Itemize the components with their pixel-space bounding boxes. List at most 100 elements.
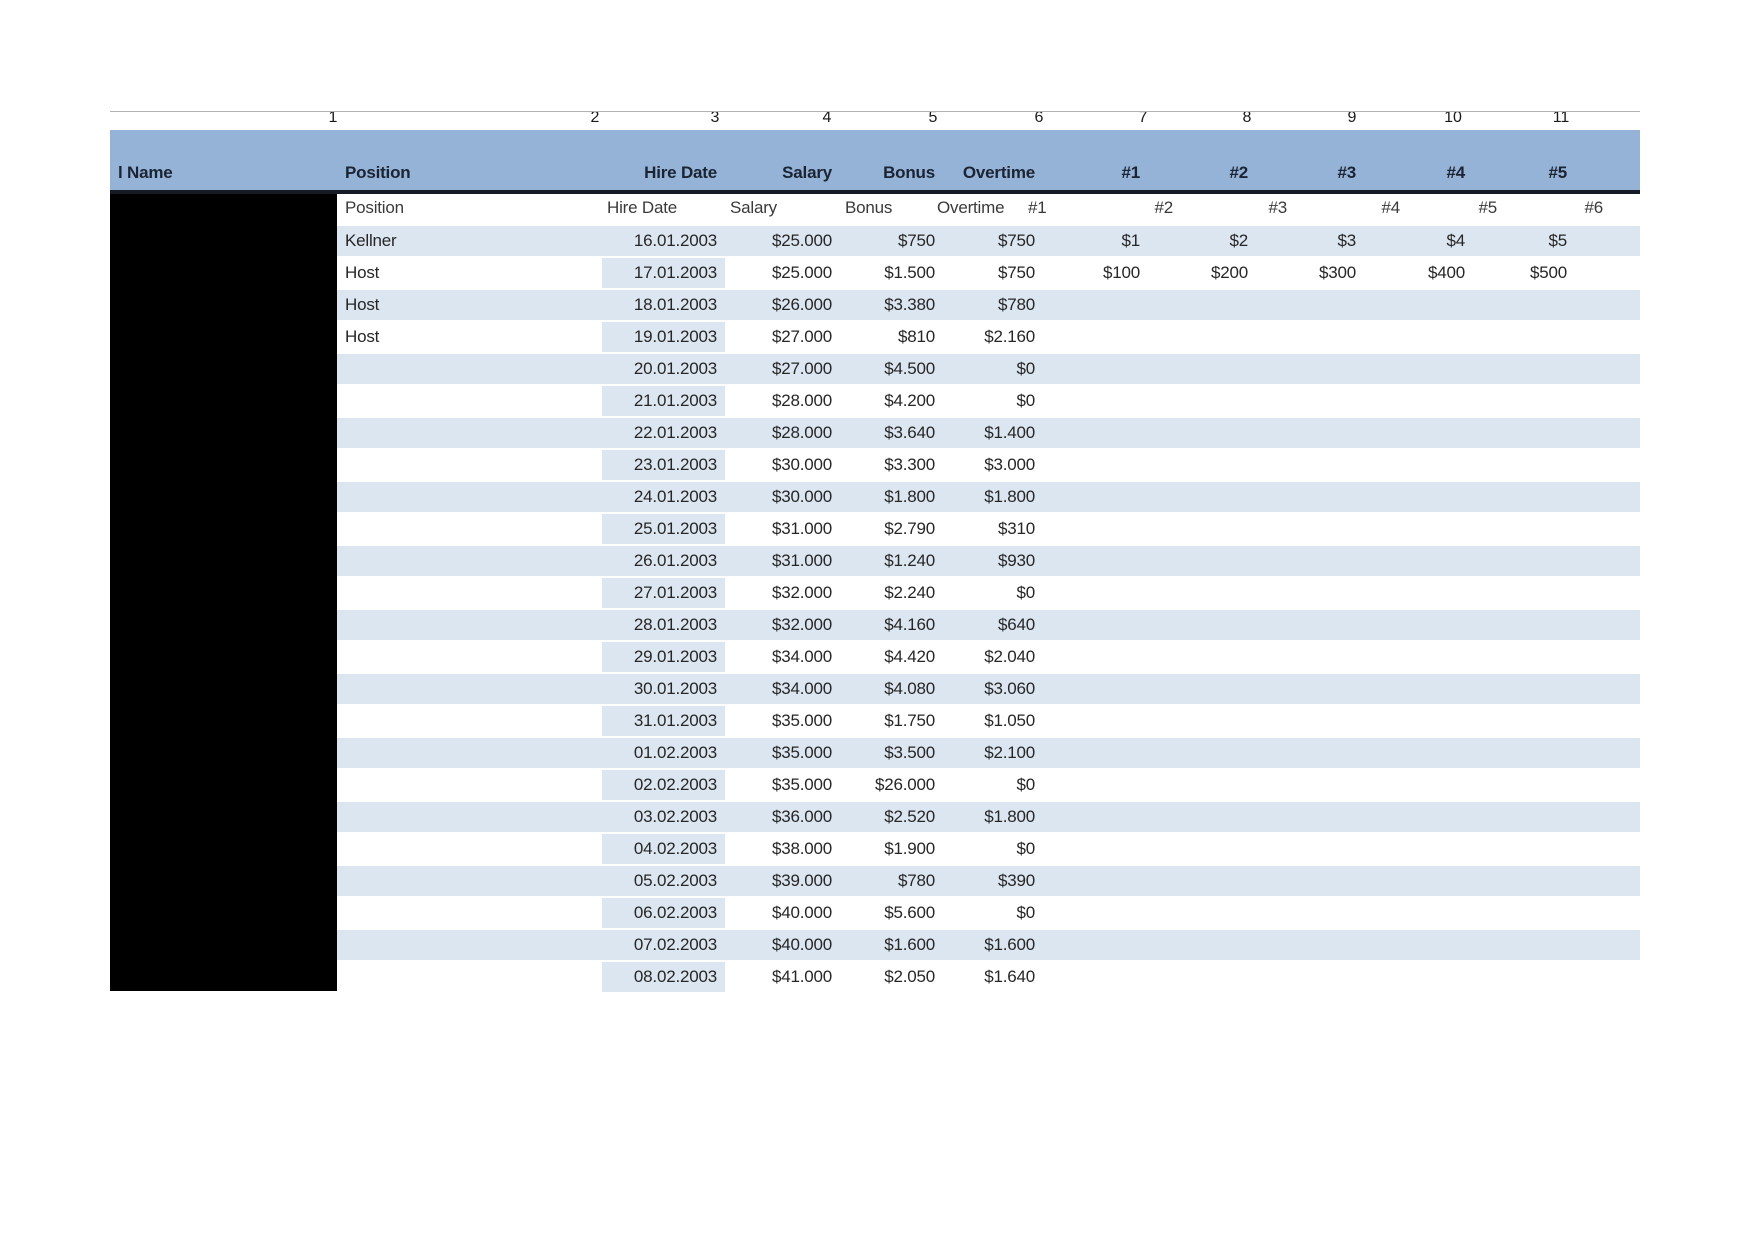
bonus-cell[interactable]: $4.080 [840, 674, 943, 704]
extra-cell-3[interactable] [1256, 898, 1364, 928]
salary-cell[interactable]: $35.000 [725, 738, 840, 768]
extra-cell-4[interactable] [1364, 354, 1473, 384]
header-name[interactable]: l Name [110, 130, 337, 190]
extra-cell-5[interactable] [1473, 290, 1575, 320]
extra-cell-2[interactable]: $200 [1148, 258, 1256, 288]
extra-cell-2[interactable] [1148, 610, 1256, 640]
header-hire-date[interactable]: Hire Date [602, 130, 725, 190]
position-cell[interactable] [337, 482, 602, 512]
bonus-cell[interactable]: $3.640 [840, 418, 943, 448]
extra-cell-4[interactable] [1364, 898, 1473, 928]
overtime-cell[interactable]: $750 [943, 258, 1043, 288]
extra-cell-4[interactable] [1364, 610, 1473, 640]
extra-cell-1[interactable] [1043, 418, 1148, 448]
overtime-cell[interactable]: $1.050 [943, 706, 1043, 736]
extra-cell-3[interactable] [1256, 290, 1364, 320]
salary-cell[interactable]: $35.000 [725, 770, 840, 800]
hire-date-cell[interactable]: 02.02.2003 [602, 770, 725, 800]
extra-cell-4[interactable] [1364, 866, 1473, 896]
hire-date-cell[interactable]: 19.01.2003 [602, 322, 725, 352]
hire-date-cell[interactable]: 28.01.2003 [602, 610, 725, 640]
position-cell[interactable] [337, 738, 602, 768]
header-hash3[interactable]: #3 [1256, 130, 1364, 190]
overtime-cell[interactable]: $1.600 [943, 930, 1043, 960]
hire-date-cell[interactable]: 24.01.2003 [602, 482, 725, 512]
extra-cell-4[interactable]: $400 [1364, 258, 1473, 288]
bonus-cell[interactable]: $1.800 [840, 482, 943, 512]
extra-cell-4[interactable] [1364, 642, 1473, 672]
overtime-cell[interactable]: $930 [943, 546, 1043, 576]
extra-cell-1[interactable] [1043, 514, 1148, 544]
bonus-cell[interactable]: $810 [840, 322, 943, 352]
repeat-hash1[interactable]: #1 [1028, 198, 1047, 218]
extra-cell-5[interactable] [1473, 770, 1575, 800]
hire-date-cell[interactable]: 27.01.2003 [602, 578, 725, 608]
extra-cell-5[interactable] [1473, 866, 1575, 896]
extra-cell-3[interactable] [1256, 386, 1364, 416]
extra-cell-2[interactable] [1148, 674, 1256, 704]
position-cell[interactable] [337, 546, 602, 576]
hire-date-cell[interactable]: 25.01.2003 [602, 514, 725, 544]
extra-cell-1[interactable] [1043, 834, 1148, 864]
extra-cell-1[interactable]: $1 [1043, 226, 1148, 256]
repeat-hash2[interactable]: #2 [1154, 198, 1173, 218]
position-cell[interactable] [337, 418, 602, 448]
bonus-cell[interactable]: $4.200 [840, 386, 943, 416]
overtime-cell[interactable]: $390 [943, 866, 1043, 896]
extra-cell-4[interactable] [1364, 290, 1473, 320]
overtime-cell[interactable]: $640 [943, 610, 1043, 640]
extra-cell-2[interactable] [1148, 386, 1256, 416]
salary-cell[interactable]: $32.000 [725, 578, 840, 608]
bonus-cell[interactable]: $780 [840, 866, 943, 896]
extra-cell-4[interactable] [1364, 706, 1473, 736]
extra-cell-4[interactable] [1364, 386, 1473, 416]
overtime-cell[interactable]: $2.040 [943, 642, 1043, 672]
overtime-cell[interactable]: $780 [943, 290, 1043, 320]
extra-cell-5[interactable] [1473, 482, 1575, 512]
extra-cell-3[interactable] [1256, 642, 1364, 672]
extra-cell-5[interactable] [1473, 738, 1575, 768]
position-cell[interactable]: Host [337, 258, 602, 288]
extra-cell-1[interactable] [1043, 482, 1148, 512]
extra-cell-5[interactable] [1473, 578, 1575, 608]
position-cell[interactable]: Kellner [337, 226, 602, 256]
extra-cell-4[interactable] [1364, 578, 1473, 608]
extra-cell-2[interactable] [1148, 450, 1256, 480]
header-hash2[interactable]: #2 [1148, 130, 1256, 190]
header-bonus[interactable]: Bonus [840, 130, 943, 190]
hire-date-cell[interactable]: 01.02.2003 [602, 738, 725, 768]
position-cell[interactable] [337, 834, 602, 864]
overtime-cell[interactable]: $1.800 [943, 482, 1043, 512]
hire-date-cell[interactable]: 03.02.2003 [602, 802, 725, 832]
extra-cell-5[interactable] [1473, 898, 1575, 928]
bonus-cell[interactable]: $4.500 [840, 354, 943, 384]
extra-cell-4[interactable] [1364, 450, 1473, 480]
bonus-cell[interactable]: $2.520 [840, 802, 943, 832]
extra-cell-3[interactable] [1256, 354, 1364, 384]
position-cell[interactable] [337, 610, 602, 640]
extra-cell-5[interactable] [1473, 386, 1575, 416]
overtime-cell[interactable]: $0 [943, 354, 1043, 384]
repeat-hash3[interactable]: #3 [1268, 198, 1287, 218]
bonus-cell[interactable]: $3.300 [840, 450, 943, 480]
salary-cell[interactable]: $34.000 [725, 642, 840, 672]
salary-cell[interactable]: $38.000 [725, 834, 840, 864]
overtime-cell[interactable]: $0 [943, 898, 1043, 928]
salary-cell[interactable]: $31.000 [725, 546, 840, 576]
overtime-cell[interactable]: $750 [943, 226, 1043, 256]
overtime-cell[interactable]: $0 [943, 770, 1043, 800]
extra-cell-1[interactable] [1043, 450, 1148, 480]
header-overtime[interactable]: Overtime [943, 130, 1043, 190]
extra-cell-4[interactable] [1364, 962, 1473, 992]
bonus-cell[interactable]: $750 [840, 226, 943, 256]
extra-cell-3[interactable] [1256, 770, 1364, 800]
hire-date-cell[interactable]: 26.01.2003 [602, 546, 725, 576]
extra-cell-4[interactable] [1364, 770, 1473, 800]
extra-cell-1[interactable] [1043, 674, 1148, 704]
position-cell[interactable] [337, 514, 602, 544]
position-cell[interactable] [337, 802, 602, 832]
repeat-overtime[interactable]: Overtime [937, 198, 1005, 218]
bonus-cell[interactable]: $26.000 [840, 770, 943, 800]
position-cell[interactable] [337, 450, 602, 480]
extra-cell-1[interactable] [1043, 770, 1148, 800]
